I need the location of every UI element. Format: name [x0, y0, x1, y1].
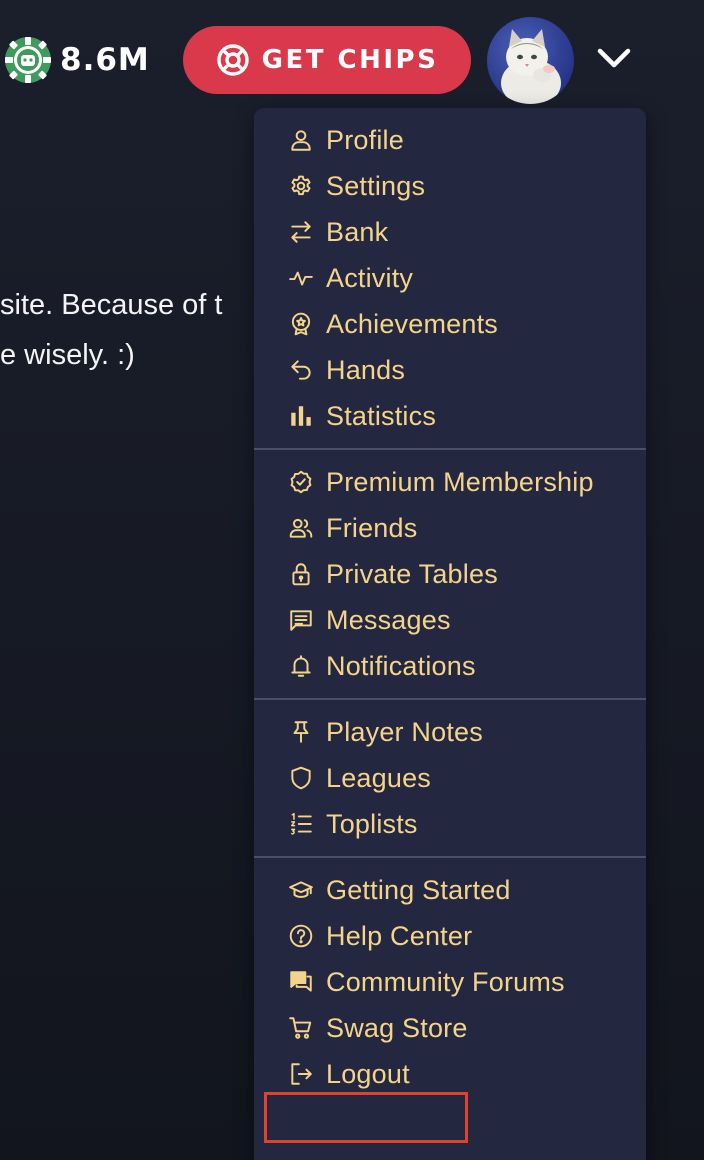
menu-item-label: Profile: [326, 124, 404, 155]
verified-badge-icon: [287, 468, 315, 496]
menu-item-bank[interactable]: Bank: [254, 209, 646, 255]
menu-section-community: Player Notes Leagues Toplists: [254, 698, 646, 856]
transfer-arrows-icon: [287, 218, 315, 246]
menu-item-label: Settings: [326, 170, 426, 201]
chevron-down-icon[interactable]: [595, 44, 633, 74]
shield-icon: [287, 764, 315, 792]
award-badge-icon: [287, 310, 315, 338]
chip-balance-amount: 8.6M: [60, 42, 150, 78]
users-icon: [287, 514, 315, 542]
account-dropdown-menu: Profile Settings Bank Activity Achieveme…: [254, 108, 646, 1160]
menu-item-label: Logout: [326, 1058, 410, 1089]
user-avatar[interactable]: [487, 17, 574, 104]
menu-item-label: Help Center: [326, 920, 473, 951]
menu-item-premium-membership[interactable]: Premium Membership: [254, 459, 646, 505]
menu-item-swag-store[interactable]: Swag Store: [254, 1005, 646, 1051]
menu-item-label: Private Tables: [326, 558, 498, 589]
menu-item-achievements[interactable]: Achievements: [254, 301, 646, 347]
menu-item-label: Bank: [326, 216, 389, 247]
pulse-icon: [287, 264, 315, 292]
bell-icon: [287, 652, 315, 680]
numbered-list-icon: [287, 810, 315, 838]
undo-arrow-icon: [287, 356, 315, 384]
logout-icon: [287, 1060, 315, 1088]
lock-icon: [287, 560, 315, 588]
pin-icon: [287, 718, 315, 746]
menu-item-label: Hands: [326, 354, 406, 385]
menu-section-help: Getting Started Help Center Community Fo…: [254, 856, 646, 1106]
menu-item-settings[interactable]: Settings: [254, 163, 646, 209]
menu-item-label: Achievements: [326, 308, 498, 339]
cat-avatar-image: [487, 17, 574, 104]
menu-item-label: Notifications: [326, 650, 476, 681]
poker-chip-icon: [5, 37, 51, 83]
chip-balance[interactable]: 8.6M: [4, 36, 150, 84]
page-body-text: site. Because of t e wisely. :): [0, 280, 222, 380]
menu-item-player-notes[interactable]: Player Notes: [254, 709, 646, 755]
menu-item-help-center[interactable]: Help Center: [254, 913, 646, 959]
menu-item-messages[interactable]: Messages: [254, 597, 646, 643]
body-text-line: site. Because of t: [0, 289, 223, 321]
menu-item-hands[interactable]: Hands: [254, 347, 646, 393]
get-chips-label: GET CHIPS: [261, 45, 439, 75]
message-icon: [287, 606, 315, 634]
menu-item-label: Toplists: [326, 808, 418, 839]
menu-item-label: Premium Membership: [326, 466, 594, 497]
menu-item-statistics[interactable]: Statistics: [254, 393, 646, 439]
menu-item-getting-started[interactable]: Getting Started: [254, 867, 646, 913]
help-circle-icon: [287, 922, 315, 950]
menu-item-label: Getting Started: [326, 874, 511, 905]
menu-item-activity[interactable]: Activity: [254, 255, 646, 301]
menu-item-label: Activity: [326, 262, 414, 293]
menu-section-social: Premium Membership Friends Private Table…: [254, 448, 646, 698]
user-icon: [287, 126, 315, 154]
get-chips-button[interactable]: GET CHIPS: [183, 26, 471, 94]
top-bar: 8.6M GET CHIPS: [0, 0, 704, 110]
forum-icon: [287, 968, 315, 996]
menu-item-label: Messages: [326, 604, 451, 635]
graduation-cap-icon: [287, 876, 315, 904]
menu-item-logout[interactable]: Logout: [254, 1051, 646, 1097]
menu-item-toplists[interactable]: Toplists: [254, 801, 646, 847]
gear-icon: [287, 172, 315, 200]
bar-chart-icon: [287, 402, 315, 430]
menu-item-leagues[interactable]: Leagues: [254, 755, 646, 801]
menu-item-notifications[interactable]: Notifications: [254, 643, 646, 689]
menu-item-label: Leagues: [326, 762, 431, 793]
body-text-line: e wisely. :): [0, 339, 135, 371]
menu-item-label: Statistics: [326, 400, 437, 431]
menu-item-friends[interactable]: Friends: [254, 505, 646, 551]
menu-item-label: Swag Store: [326, 1012, 468, 1043]
menu-section-account: Profile Settings Bank Activity Achieveme…: [254, 108, 646, 448]
lifebuoy-icon: [216, 44, 249, 76]
menu-item-label: Friends: [326, 512, 418, 543]
menu-item-private-tables[interactable]: Private Tables: [254, 551, 646, 597]
menu-item-profile[interactable]: Profile: [254, 117, 646, 163]
menu-item-label: Player Notes: [326, 716, 483, 747]
shopping-cart-icon: [287, 1014, 315, 1042]
menu-item-label: Community Forums: [326, 966, 565, 997]
menu-item-community-forums[interactable]: Community Forums: [254, 959, 646, 1005]
